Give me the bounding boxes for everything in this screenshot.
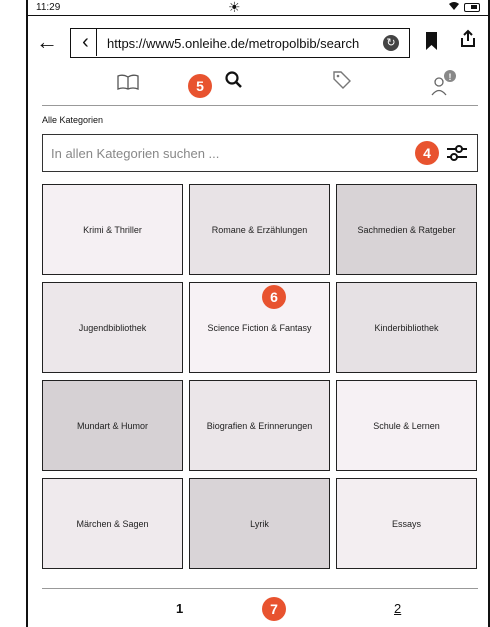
category-tile[interactable]: Romane & Erzählungen — [189, 184, 330, 275]
search-box: 4 — [42, 134, 478, 172]
category-tile[interactable]: Lyrik — [189, 478, 330, 569]
svg-text:!: ! — [449, 72, 452, 82]
category-tile[interactable]: Biografien & Erinnerungen — [189, 380, 330, 471]
search-input[interactable] — [51, 143, 391, 163]
annotation-badge-7: 7 — [262, 597, 286, 621]
browser-back-icon[interactable]: ← — [36, 28, 58, 56]
category-label: Biografien & Erinnerungen — [206, 420, 313, 431]
search-icon — [225, 71, 242, 88]
category-tile[interactable]: Mundart & Humor — [42, 380, 183, 471]
category-label: Kinderbibliothek — [374, 322, 439, 333]
category-tile[interactable]: Schule & Lernen — [336, 380, 477, 471]
category-tile[interactable]: Jugendbibliothek — [42, 282, 183, 373]
reload-icon[interactable]: ↻ — [383, 35, 399, 51]
url-field[interactable]: ‹ https://www5.onleihe.de/metropolbib/se… — [70, 28, 410, 58]
bookmark-icon[interactable] — [426, 32, 437, 50]
category-label: Märchen & Sagen — [76, 518, 149, 529]
battery-icon — [464, 3, 480, 12]
category-label: Science Fiction & Fantasy — [207, 322, 312, 333]
url-back-icon[interactable]: ‹ — [75, 28, 97, 56]
filter-settings-icon[interactable] — [445, 142, 469, 164]
category-label: Lyrik — [250, 518, 269, 529]
annotation-badge-4: 4 — [415, 141, 439, 165]
tab-tags[interactable] — [322, 70, 362, 100]
device-frame: 11:29 ☀ ← ‹ https://www5.onleihe.de/metr… — [26, 0, 490, 627]
pagination: 1 7 2 — [42, 588, 478, 627]
main-nav-tabs: 5 ! — [42, 66, 478, 106]
share-icon[interactable] — [458, 29, 478, 56]
page-1-link[interactable]: 1 — [176, 601, 183, 616]
url-text[interactable]: https://www5.onleihe.de/metropolbib/sear… — [107, 36, 359, 51]
category-label: Essays — [391, 518, 421, 529]
category-label: Mundart & Humor — [76, 420, 149, 431]
category-tile[interactable]: Science Fiction & Fantasy — [189, 282, 330, 373]
account-icon: ! — [431, 70, 456, 96]
tab-account[interactable]: ! — [424, 70, 464, 100]
category-tile[interactable]: Krimi & Thriller — [42, 184, 183, 275]
category-tile[interactable]: Essays — [336, 478, 477, 569]
status-time: 11:29 — [36, 2, 61, 13]
category-label: Alle Kategorien — [42, 115, 104, 125]
tab-library[interactable] — [108, 70, 148, 100]
browser-address-bar: ← ‹ https://www5.onleihe.de/metropolbib/… — [28, 26, 488, 62]
annotation-badge-5: 5 — [188, 74, 212, 98]
category-label: Sachmedien & Ratgeber — [357, 224, 456, 235]
category-label: Schule & Lernen — [373, 420, 440, 431]
category-tile[interactable]: Sachmedien & Ratgeber — [336, 184, 477, 275]
annotation-badge-6: 6 — [262, 285, 286, 309]
wifi-icon — [448, 1, 460, 14]
category-label: Romane & Erzählungen — [211, 224, 308, 235]
brightness-icon[interactable]: ☀ — [228, 0, 241, 16]
category-label: Jugendbibliothek — [78, 322, 147, 333]
book-icon — [117, 74, 139, 90]
page-2-link[interactable]: 2 — [394, 601, 401, 616]
category-label: Krimi & Thriller — [83, 224, 142, 235]
tag-icon — [333, 71, 351, 89]
tab-search[interactable] — [214, 70, 254, 100]
status-bar: 11:29 ☀ — [28, 0, 488, 16]
category-tile[interactable]: Kinderbibliothek — [336, 282, 477, 373]
category-tile[interactable]: Märchen & Sagen — [42, 478, 183, 569]
